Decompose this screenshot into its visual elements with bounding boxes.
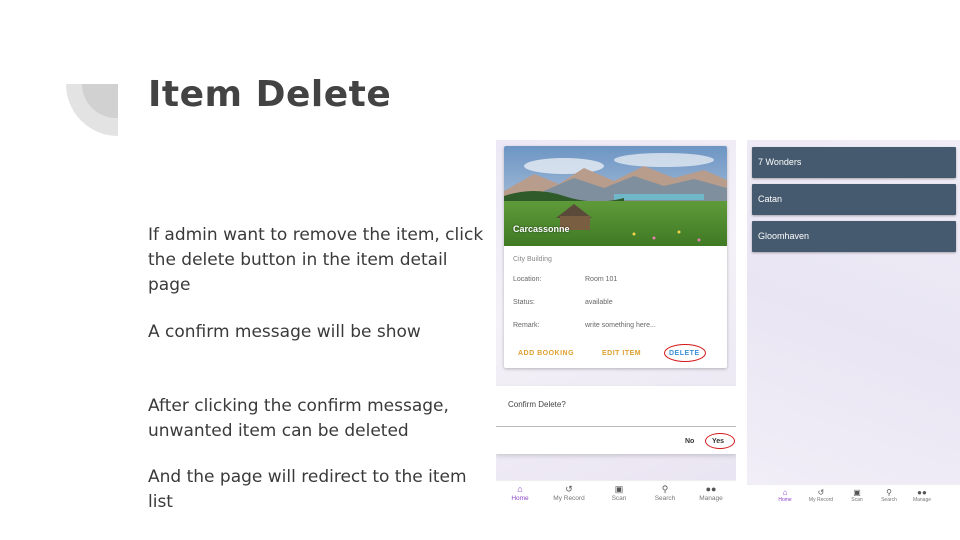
nav-label: Search	[654, 495, 676, 502]
list-item[interactable]: 7 Wonders	[752, 147, 956, 178]
scan-icon: ▣	[614, 484, 624, 494]
item-card: Carcassonne City Building Location: Room…	[504, 146, 727, 368]
nav-manage[interactable]: ●● Manage	[688, 484, 734, 502]
status-row: Status: available	[513, 299, 613, 306]
row-label: Status:	[513, 299, 535, 306]
instruction-paragraph-3: After clicking the confirm message, unwa…	[148, 396, 449, 441]
delete-highlight-circle	[664, 344, 706, 362]
nav-my-record[interactable]: ↺ My Record	[546, 484, 592, 502]
nav-scan[interactable]: ▣ Scan	[596, 484, 642, 502]
add-booking-button[interactable]: ADD BOOKING	[518, 350, 574, 357]
instruction-paragraph-2: A confirm message will be show	[148, 322, 421, 342]
nav-label: Search	[881, 497, 897, 503]
nav-label: My Record	[808, 497, 834, 503]
nav-label: Manage	[699, 495, 723, 502]
item-list-screenshot: 7 Wonders Catan Gloomhaven ⌂ Home ↺ My R…	[747, 140, 960, 508]
history-icon: ↺	[565, 484, 573, 494]
bottom-navigation: ⌂ Home ↺ My Record ▣ Scan ⚲ Search ●● Ma…	[747, 484, 960, 508]
nav-label: Manage	[912, 497, 932, 503]
nav-home[interactable]: ⌂ Home	[497, 484, 543, 502]
instruction-paragraph-1: If admin want to remove the item, click …	[148, 225, 484, 295]
people-icon: ●●	[705, 484, 717, 494]
row-label: Location:	[513, 276, 542, 283]
row-label: Remark:	[513, 322, 540, 329]
row-value: Room 101	[585, 276, 618, 283]
card-actions: ADD BOOKING EDIT ITEM DELETE	[504, 344, 727, 364]
list-item[interactable]: Gloomhaven	[752, 221, 956, 252]
item-category: City Building	[513, 256, 552, 263]
nav-label: Home	[778, 497, 792, 503]
no-button[interactable]: No	[685, 438, 694, 445]
item-detail-screenshot: Carcassonne City Building Location: Room…	[496, 140, 736, 508]
home-icon: ⌂	[517, 484, 523, 494]
search-icon: ⚲	[886, 488, 892, 497]
location-row: Location: Room 101	[513, 276, 617, 283]
nav-scan[interactable]: ▣ Scan	[839, 488, 875, 503]
confirm-dialog: Confirm Delete? No Yes	[496, 386, 736, 454]
nav-search[interactable]: ⚲ Search	[642, 484, 688, 502]
people-icon: ●●	[917, 488, 927, 497]
bottom-navigation: ⌂ Home ↺ My Record ▣ Scan ⚲ Search ●● Ma…	[496, 480, 736, 508]
dialog-message: Confirm Delete?	[508, 400, 566, 409]
nav-my-record[interactable]: ↺ My Record	[803, 488, 839, 503]
remark-row: Remark: write something here...	[513, 322, 656, 329]
edit-item-button[interactable]: EDIT ITEM	[602, 350, 641, 357]
row-value: available	[585, 299, 613, 306]
nav-label: Scan	[611, 495, 627, 502]
scan-icon: ▣	[853, 488, 861, 497]
item-title: Carcassonne	[513, 224, 570, 234]
nav-search[interactable]: ⚲ Search	[871, 488, 907, 503]
instruction-paragraph-4: And the page will redirect to the item l…	[148, 467, 467, 512]
search-icon: ⚲	[661, 484, 669, 494]
yes-highlight-circle	[705, 433, 735, 449]
nav-label: My Record	[553, 495, 585, 502]
history-icon: ↺	[817, 488, 825, 497]
nav-label: Scan	[851, 497, 863, 503]
nav-label: Home	[511, 495, 529, 502]
decorative-quarter-circle	[66, 84, 118, 136]
nav-home[interactable]: ⌂ Home	[767, 488, 803, 503]
slide-title: Item Delete	[148, 74, 392, 115]
list-item[interactable]: Catan	[752, 184, 956, 215]
dialog-divider	[496, 426, 736, 427]
row-value: write something here...	[585, 322, 656, 329]
nav-manage[interactable]: ●● Manage	[904, 488, 940, 503]
home-icon: ⌂	[782, 488, 788, 497]
